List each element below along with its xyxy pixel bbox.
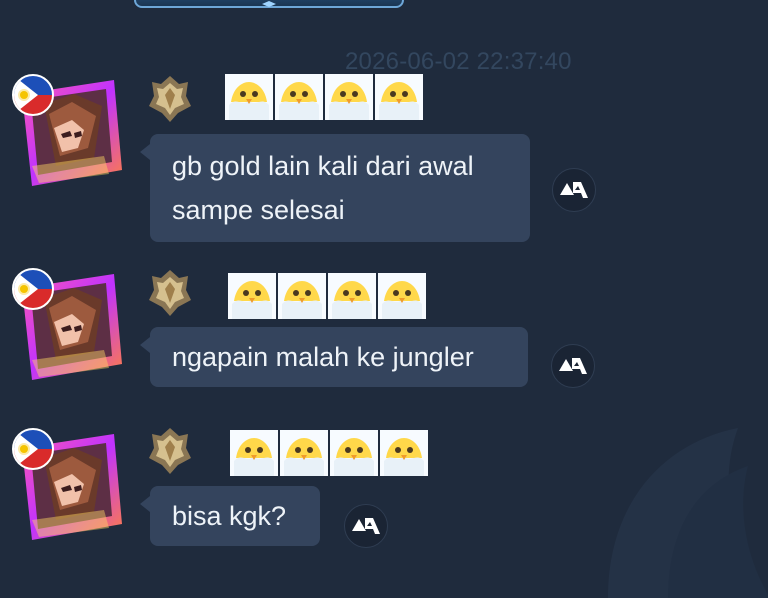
translate-icon <box>351 518 380 534</box>
background-ornament-icon <box>608 428 768 598</box>
translate-icon <box>559 182 588 198</box>
message-bubble[interactable]: bisa kgk? <box>140 486 320 546</box>
translate-button[interactable] <box>552 168 596 212</box>
message-bubble[interactable]: gb gold lain kali dari awal sampe selesa… <box>140 134 530 242</box>
top-tab-handle[interactable] <box>134 0 404 8</box>
chick-emblem-icon <box>375 74 423 120</box>
chick-emblem-icon <box>230 430 278 476</box>
philippines-flag-icon <box>12 74 54 116</box>
message-text-line: gb gold lain kali dari awal <box>172 151 474 181</box>
translate-button[interactable] <box>551 344 595 388</box>
message-text-line: ngapain malah ke jungler <box>172 342 474 372</box>
chick-emblem-icon <box>280 430 328 476</box>
philippines-flag-icon <box>12 268 54 310</box>
chick-emblem-icon <box>328 273 376 319</box>
translate-button[interactable] <box>344 504 388 548</box>
player-avatar[interactable] <box>12 268 126 382</box>
translate-icon <box>558 358 587 374</box>
gold-rank-badge-icon <box>149 270 191 316</box>
chick-emblem-icon <box>225 74 273 120</box>
player-avatar[interactable] <box>12 428 126 542</box>
message-text-line: bisa kgk? <box>172 501 287 531</box>
philippines-flag-icon <box>12 428 54 470</box>
chick-emblem-icon <box>325 74 373 120</box>
chick-emblem-icon <box>330 430 378 476</box>
chick-emblem-icon <box>228 273 276 319</box>
chick-emblem-icon <box>378 273 426 319</box>
chick-emblem-icon <box>275 74 323 120</box>
gold-rank-badge-icon <box>149 428 191 474</box>
message-timestamp: 2026-06-02 22:37:40 <box>345 48 572 75</box>
tab-handle-icon <box>262 1 276 7</box>
chick-emblem-icon <box>278 273 326 319</box>
player-avatar[interactable] <box>12 74 126 188</box>
chick-emblem-icon <box>380 430 428 476</box>
message-bubble[interactable]: ngapain malah ke jungler <box>140 327 528 387</box>
gold-rank-badge-icon <box>149 76 191 122</box>
message-text-line: sampe selesai <box>172 195 345 225</box>
